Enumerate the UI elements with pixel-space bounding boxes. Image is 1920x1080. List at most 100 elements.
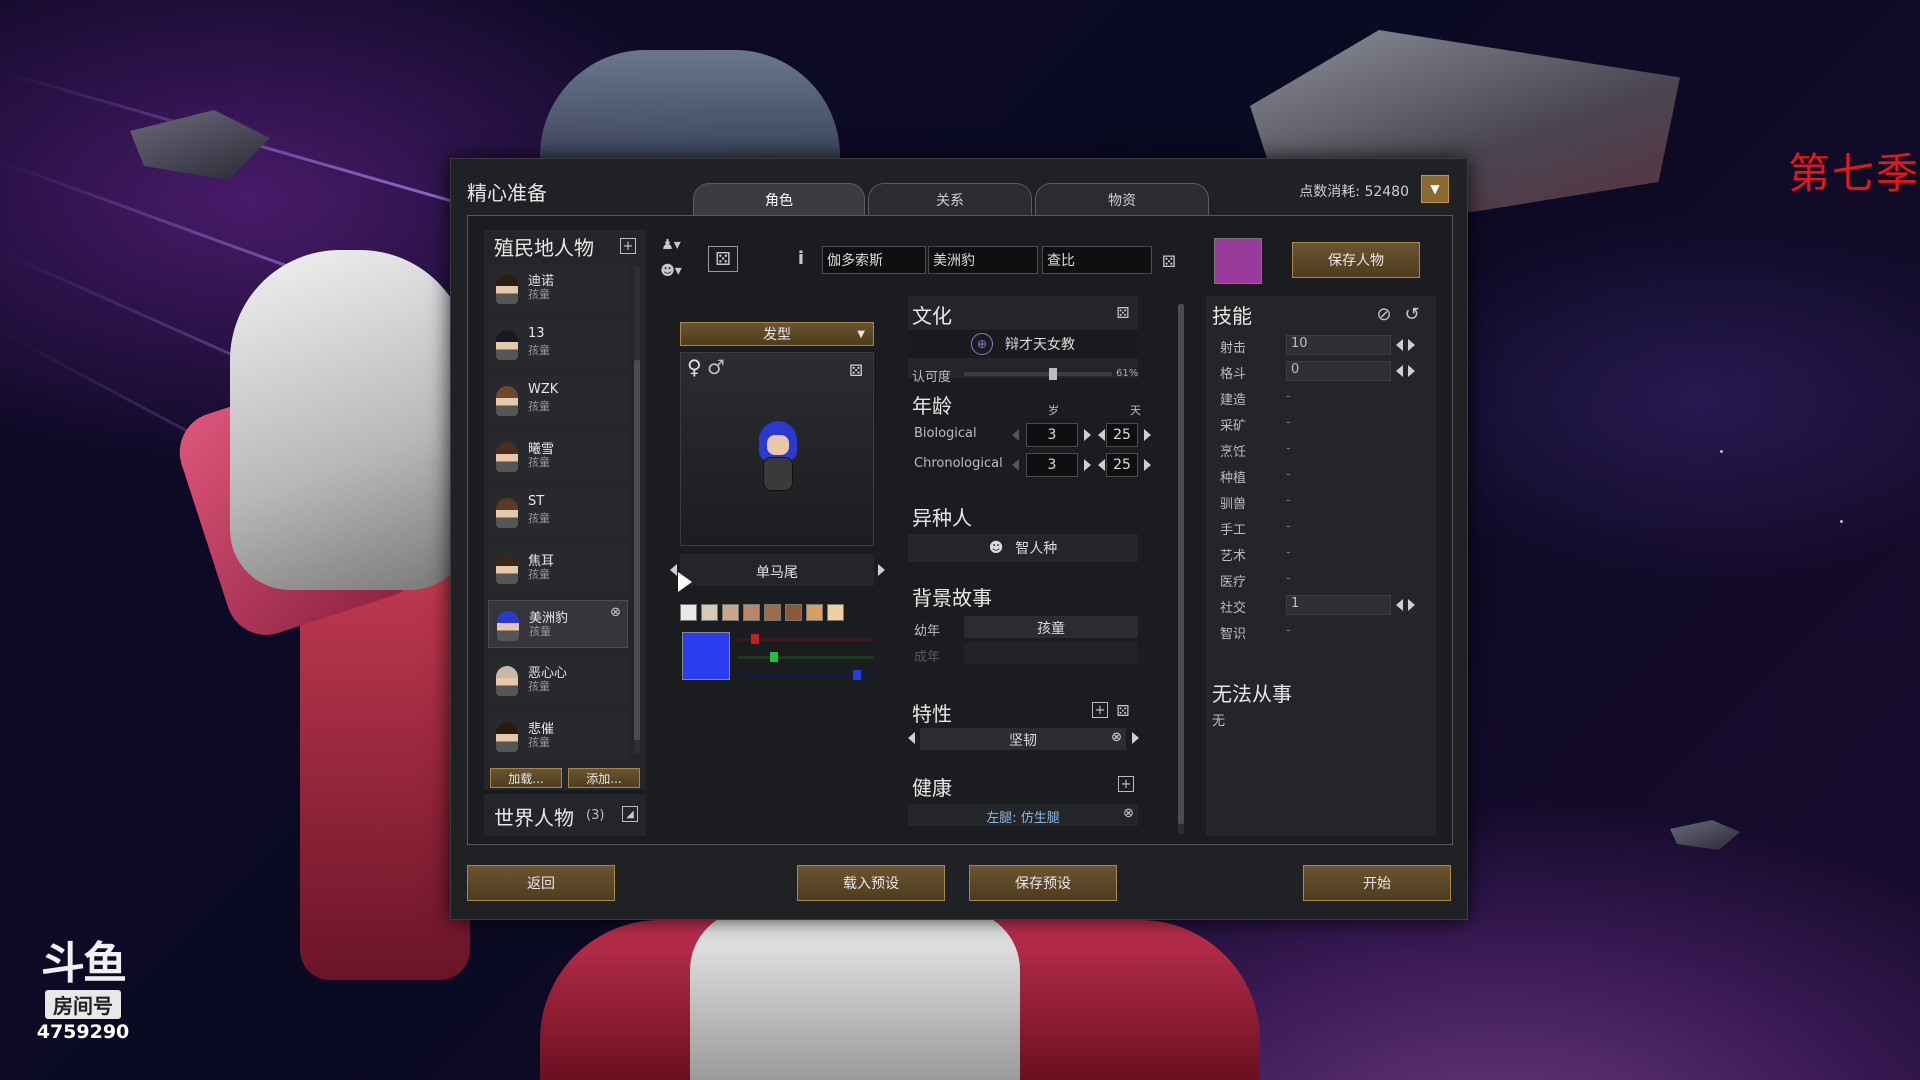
- increase-skill-icon[interactable]: [1408, 599, 1415, 611]
- skin-swatch[interactable]: [701, 604, 718, 621]
- load-preset-button[interactable]: 载入预设: [797, 865, 945, 901]
- certainty-track[interactable]: [964, 372, 1112, 376]
- increase-days-icon[interactable]: [1144, 429, 1151, 441]
- decrease-days-icon[interactable]: [1098, 459, 1105, 471]
- hair-style-dropdown[interactable]: 发型 ▼: [680, 322, 874, 346]
- add-health-icon[interactable]: +: [1118, 776, 1134, 792]
- certainty-knob[interactable]: [1049, 368, 1057, 380]
- favorite-color-swatch[interactable]: [1214, 238, 1262, 284]
- colonist-scrollbar-thumb[interactable]: [634, 360, 640, 740]
- info-scrollbar-thumb[interactable]: [1178, 304, 1184, 824]
- randomize-traits-icon[interactable]: ⚄: [1114, 702, 1132, 720]
- age-years-field[interactable]: 3: [1026, 453, 1078, 477]
- head-type-icon[interactable]: ☻▾: [656, 262, 686, 280]
- colonist-item[interactable]: 美洲豹 孩童 ⊗: [488, 600, 628, 648]
- increase-years-icon[interactable]: [1084, 459, 1091, 471]
- colonist-item[interactable]: 迪诺 孩童: [488, 264, 628, 312]
- next-hairstyle-icon[interactable]: [878, 564, 885, 576]
- add-colonist-button[interactable]: 添加...: [568, 768, 640, 788]
- hair-color-preview[interactable]: [682, 632, 730, 680]
- skin-swatch[interactable]: [806, 604, 823, 621]
- age-days-field[interactable]: 25: [1106, 453, 1138, 477]
- star: [1720, 450, 1723, 453]
- hairstyle-selector[interactable]: 单马尾: [670, 554, 885, 586]
- skin-swatch[interactable]: [827, 604, 844, 621]
- colonist-item[interactable]: 13 孩童: [488, 320, 628, 368]
- nickname-field[interactable]: 美洲豹: [928, 246, 1038, 274]
- colonist-item[interactable]: 恶心心 孩童: [488, 656, 628, 704]
- clear-skills-icon[interactable]: ⊘: [1374, 304, 1394, 325]
- slider-green-track[interactable]: [738, 656, 874, 659]
- skill-level-field[interactable]: 1: [1286, 595, 1391, 615]
- next-trait-icon[interactable]: [1132, 732, 1139, 744]
- tab-character[interactable]: 角色: [693, 183, 865, 215]
- slider-red-knob[interactable]: [751, 634, 759, 644]
- skin-swatch[interactable]: [785, 604, 802, 621]
- randomize-appearance-icon[interactable]: ⚄: [708, 246, 738, 272]
- years-column-label: 岁: [1048, 404, 1059, 417]
- skin-swatch[interactable]: [743, 604, 760, 621]
- colonist-item[interactable]: WZK 孩童: [488, 376, 628, 424]
- decrease-days-icon[interactable]: [1098, 429, 1105, 441]
- world-pawns-panel[interactable]: 世界人物 (3) ◢: [484, 794, 646, 836]
- prev-trait-icon[interactable]: [908, 732, 915, 744]
- remove-trait-icon[interactable]: ⊗: [1111, 730, 1122, 745]
- colonist-item[interactable]: 焦耳 孩童: [488, 544, 628, 592]
- colonist-item[interactable]: 悲催 孩童: [488, 712, 628, 760]
- childhood-value[interactable]: 孩童: [964, 616, 1138, 638]
- skin-swatch[interactable]: [722, 604, 739, 621]
- tab-relations[interactable]: 关系: [868, 183, 1032, 215]
- prev-hairstyle-icon[interactable]: [670, 564, 677, 576]
- slider-blue-knob[interactable]: [853, 670, 861, 680]
- randomize-name-icon[interactable]: ⚄: [1158, 250, 1180, 272]
- colonist-lifestage: 孩童: [528, 736, 550, 749]
- info-icon[interactable]: i: [794, 246, 808, 270]
- increase-days-icon[interactable]: [1144, 459, 1151, 471]
- remove-colonist-icon[interactable]: ⊗: [610, 605, 621, 620]
- expand-icon[interactable]: ◢: [622, 806, 638, 822]
- adulthood-value: [964, 642, 1138, 664]
- room-number: 4759290: [36, 1021, 130, 1043]
- add-trait-icon[interactable]: +: [1092, 702, 1108, 718]
- reset-skills-icon[interactable]: ↺: [1402, 304, 1422, 325]
- first-name-field[interactable]: 伽多索斯: [822, 246, 926, 274]
- increase-years-icon[interactable]: [1084, 429, 1091, 441]
- body-type-icon[interactable]: ♟▾: [656, 236, 686, 254]
- last-name-field[interactable]: 查比: [1042, 246, 1152, 274]
- decrease-years-icon[interactable]: [1012, 459, 1019, 471]
- load-colonist-button[interactable]: 加载...: [490, 768, 562, 788]
- randomize-portrait-icon[interactable]: ⚄: [849, 361, 863, 380]
- colonist-item[interactable]: 曦雪 孩童: [488, 432, 628, 480]
- points-dropdown-button[interactable]: ▼: [1421, 175, 1449, 203]
- age-days-field[interactable]: 25: [1106, 423, 1138, 447]
- ideoligion-selector[interactable]: ⊕ 辩才天女教: [908, 330, 1138, 358]
- decrease-skill-icon[interactable]: [1396, 365, 1403, 377]
- gender-male-icon[interactable]: ♂: [707, 355, 725, 379]
- colonist-item[interactable]: ST 孩童: [488, 488, 628, 536]
- save-preset-button[interactable]: 保存预设: [969, 865, 1117, 901]
- skill-level-value: -: [1286, 441, 1291, 456]
- decrease-skill-icon[interactable]: [1396, 339, 1403, 351]
- tab-items[interactable]: 物资: [1035, 183, 1209, 215]
- trait-item[interactable]: 坚韧 ⊗: [920, 728, 1126, 750]
- gender-female-icon[interactable]: ♀: [687, 355, 702, 379]
- age-years-field[interactable]: 3: [1026, 423, 1078, 447]
- xenotype-selector[interactable]: ☻ 智人种: [908, 534, 1138, 562]
- increase-skill-icon[interactable]: [1408, 365, 1415, 377]
- start-button[interactable]: 开始: [1303, 865, 1451, 901]
- decrease-skill-icon[interactable]: [1396, 599, 1403, 611]
- skin-swatch[interactable]: [764, 604, 781, 621]
- skin-swatch[interactable]: [680, 604, 697, 621]
- back-button[interactable]: 返回: [467, 865, 615, 901]
- health-entry[interactable]: 左腿: 仿生腿 ⊗: [908, 804, 1138, 826]
- skill-level-field[interactable]: 0: [1286, 361, 1391, 381]
- skill-level-value: -: [1286, 415, 1291, 430]
- decrease-years-icon[interactable]: [1012, 429, 1019, 441]
- save-character-button[interactable]: 保存人物: [1292, 242, 1420, 278]
- slider-green-knob[interactable]: [770, 652, 778, 662]
- skill-level-field[interactable]: 10: [1286, 335, 1391, 355]
- randomize-culture-icon[interactable]: ⚄: [1114, 304, 1132, 322]
- remove-health-icon[interactable]: ⊗: [1123, 806, 1134, 821]
- add-colonist-icon[interactable]: +: [620, 238, 636, 254]
- increase-skill-icon[interactable]: [1408, 339, 1415, 351]
